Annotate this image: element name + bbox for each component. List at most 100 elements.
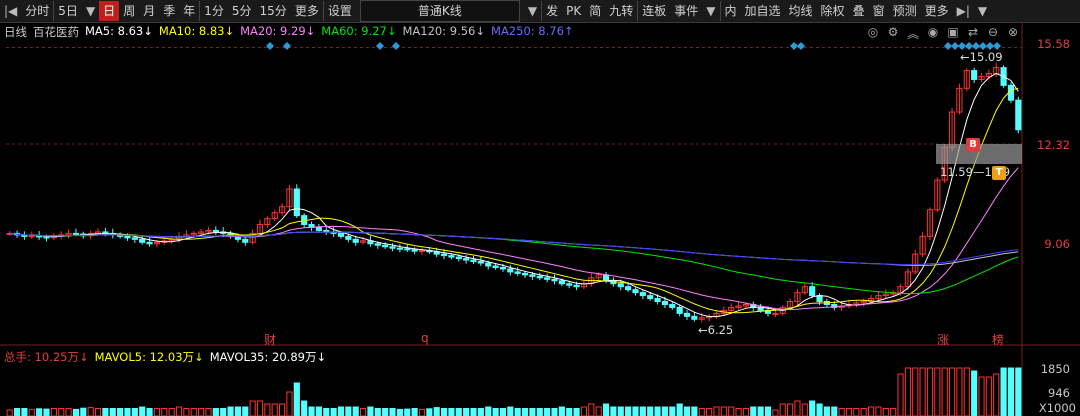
- volume-bar: [801, 403, 808, 416]
- volume-bar: [426, 408, 433, 416]
- candle-body: [654, 298, 661, 303]
- volume-bar: [124, 408, 131, 416]
- volume-bar: [463, 408, 470, 416]
- volume-bar: [301, 400, 308, 416]
- candle-body: [632, 289, 639, 294]
- candle-body: [529, 274, 536, 277]
- volume-bar: [139, 406, 146, 416]
- marker-bang[interactable]: 榜: [992, 331, 1004, 348]
- volume-bar: [566, 408, 573, 416]
- volume-bar: [625, 406, 632, 416]
- mavol35-value: MAVOL35: 20.89万↓: [209, 350, 327, 364]
- volume-bar: [816, 403, 823, 416]
- volume-bar: [21, 408, 28, 416]
- event-diamond-icon: [790, 42, 798, 50]
- volume-bar: [647, 406, 654, 416]
- volume-bar: [249, 400, 256, 416]
- candle-body: [602, 274, 610, 282]
- volume-bar: [757, 406, 764, 416]
- volume-bar: [691, 406, 698, 416]
- event-diamond-icon: [986, 42, 994, 50]
- candle-body: [485, 262, 492, 267]
- volume-bar: [971, 370, 978, 416]
- ma5-line: [9, 72, 1019, 318]
- volume-bar: [845, 408, 853, 416]
- volume-bar: [72, 408, 80, 416]
- candle-body: [337, 232, 345, 237]
- volume-bar: [293, 382, 300, 416]
- volume-bar: [205, 408, 212, 416]
- candle-body: [102, 231, 109, 234]
- volume-bar: [728, 406, 735, 416]
- marker-cai[interactable]: 财: [264, 331, 276, 348]
- volume-bar: [396, 408, 403, 416]
- event-diamond-icon: [958, 42, 966, 50]
- t-signal-badge[interactable]: T: [992, 166, 1006, 180]
- volume-bar: [352, 406, 359, 416]
- volume-bar: [956, 367, 963, 416]
- volume-bar: [507, 406, 514, 416]
- ma10-line: [9, 87, 1019, 314]
- volume-bar: [470, 408, 477, 416]
- candle-body: [1015, 99, 1022, 131]
- volume-bar: [610, 406, 617, 416]
- event-diamond-icon: [283, 42, 291, 50]
- candle-body: [382, 244, 389, 248]
- volume-bar: [389, 408, 396, 416]
- volume-bar: [764, 406, 772, 416]
- candle-body: [212, 229, 219, 233]
- price-axis-mid: 12.32: [1037, 138, 1070, 152]
- total-volume: 总手: 10.25万↓: [4, 350, 89, 364]
- candle-body: [418, 250, 426, 253]
- candle-body: [617, 283, 624, 288]
- volume-bar: [455, 408, 462, 416]
- volume-bar: [168, 408, 175, 416]
- candle-body: [352, 238, 359, 243]
- volume-bar: [271, 403, 278, 416]
- candle-body: [146, 241, 153, 245]
- candle-body: [507, 268, 514, 273]
- volume-bar: [787, 403, 794, 416]
- volume-bar: [1007, 367, 1015, 416]
- volume-bar: [220, 408, 227, 416]
- marker-q[interactable]: q: [421, 331, 429, 345]
- vol-axis-mid: 946: [1048, 386, 1070, 400]
- volume-bar: [617, 406, 624, 416]
- volume-bar: [499, 408, 507, 416]
- candle-body: [389, 246, 396, 249]
- volume-bar: [256, 400, 264, 416]
- volume-bar: [65, 408, 72, 416]
- volume-bar: [551, 408, 558, 416]
- volume-bar: [50, 408, 57, 416]
- volume-bar: [588, 403, 595, 416]
- volume-bar: [190, 408, 197, 416]
- volume-bar: [367, 406, 374, 416]
- candle-body: [28, 235, 35, 238]
- volume-bar: [706, 408, 713, 416]
- candle-body: [455, 256, 462, 260]
- candle-body: [514, 271, 521, 274]
- high-annotation: ←15.09: [960, 50, 1003, 64]
- volume-bar: [87, 407, 94, 416]
- volume-bar: [941, 367, 948, 416]
- volume-bar: [661, 406, 669, 416]
- candle-body: [691, 315, 698, 320]
- candle-body: [661, 301, 669, 305]
- volume-bar: [175, 406, 183, 416]
- volume-bar: [897, 373, 904, 416]
- candle-body: [809, 286, 816, 297]
- candle-body: [676, 306, 683, 314]
- volume-bar: [36, 408, 43, 416]
- volume-bar: [521, 408, 529, 416]
- price-axis-top: 15.58: [1037, 37, 1070, 51]
- volume-bar: [580, 406, 588, 416]
- candle-body: [683, 312, 691, 317]
- volume-bar: [234, 406, 241, 416]
- volume-bar: [1000, 367, 1007, 416]
- candle-body: [971, 70, 978, 80]
- buy-signal-badge[interactable]: B: [966, 138, 980, 152]
- marker-zhang[interactable]: 涨: [937, 331, 949, 348]
- candle-body: [669, 303, 676, 308]
- candle-body: [440, 253, 448, 257]
- volume-bar: [639, 406, 646, 416]
